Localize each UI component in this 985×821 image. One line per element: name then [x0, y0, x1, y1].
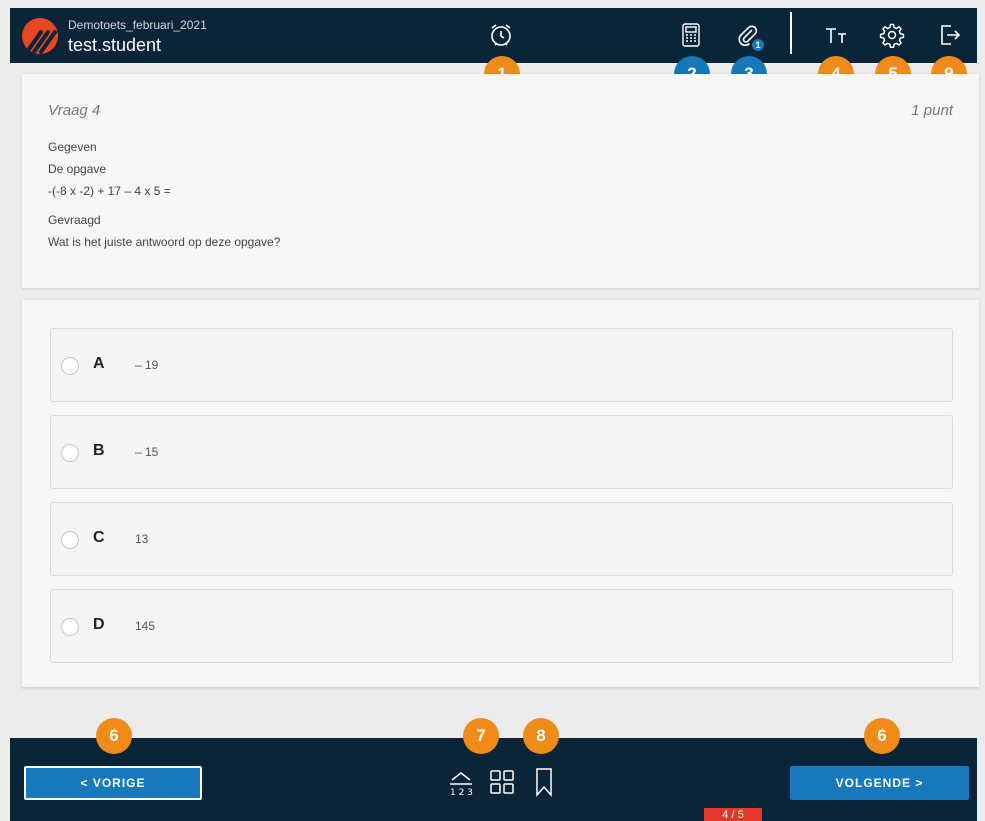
question-title: Vraag 4: [48, 102, 101, 119]
radio-button[interactable]: [61, 444, 79, 462]
badge-overview: 8: [523, 718, 559, 754]
badge-next: 6: [864, 718, 900, 754]
overview-grid-icon[interactable]: [488, 766, 518, 798]
given-label: Gegeven: [48, 140, 97, 154]
svg-text:1 2 3: 1 2 3: [450, 788, 473, 798]
badge-previous: 6: [96, 718, 132, 754]
question-points: 1 punt: [911, 102, 953, 119]
expression: -(-8 x -2) + 17 – 4 x 5 =: [48, 184, 171, 198]
option-letter: B: [93, 442, 105, 459]
user-name: test.student: [68, 35, 162, 55]
option-text: 13: [135, 532, 149, 546]
logout-icon[interactable]: [936, 22, 962, 48]
alarm-clock-icon[interactable]: [488, 22, 514, 48]
radio-button[interactable]: [61, 618, 79, 636]
question-order-icon[interactable]: 1 2 3: [446, 766, 476, 798]
badge-ordering: 7: [463, 718, 499, 754]
gear-icon[interactable]: [879, 22, 905, 48]
question-card: Vraag 4 1 punt Gegeven De opgave -(-8 x …: [22, 74, 979, 288]
answer-option-c[interactable]: C 13: [50, 502, 953, 576]
option-text: – 19: [135, 358, 159, 372]
option-letter: D: [93, 616, 105, 633]
asked-label: Gevraagd: [48, 213, 101, 227]
previous-button[interactable]: < VORIGE: [24, 766, 202, 800]
bottom-bar: < VORIGE 1 2 3 VOLGENDE > 4 / 5: [10, 738, 977, 821]
answer-option-d[interactable]: D 145: [50, 589, 953, 663]
answers-card: A – 19 B – 15 C 13 D 145: [22, 300, 979, 687]
radio-button[interactable]: [61, 357, 79, 375]
progress-indicator: 4 / 5: [704, 808, 762, 821]
bookmark-icon[interactable]: [530, 766, 560, 798]
asked-text: Wat is het juiste antwoord op deze opgav…: [48, 235, 281, 249]
option-letter: A: [93, 355, 105, 372]
font-size-icon[interactable]: [824, 22, 850, 48]
top-bar: Demotoets_februari_2021 test.student 1: [10, 8, 977, 63]
calculator-icon[interactable]: [678, 22, 704, 48]
header-divider: [790, 12, 792, 54]
answer-option-a[interactable]: A – 19: [50, 328, 953, 402]
task-label: De opgave: [48, 162, 107, 176]
answer-option-b[interactable]: B – 15: [50, 415, 953, 489]
test-name: Demotoets_februari_2021: [68, 18, 207, 32]
attachment-count-badge: 1: [752, 39, 764, 51]
option-letter: C: [93, 529, 105, 546]
option-text: 145: [135, 619, 156, 633]
app-logo: [22, 18, 58, 54]
radio-button[interactable]: [61, 531, 79, 549]
option-text: – 15: [135, 445, 159, 459]
next-button[interactable]: VOLGENDE >: [790, 766, 969, 800]
